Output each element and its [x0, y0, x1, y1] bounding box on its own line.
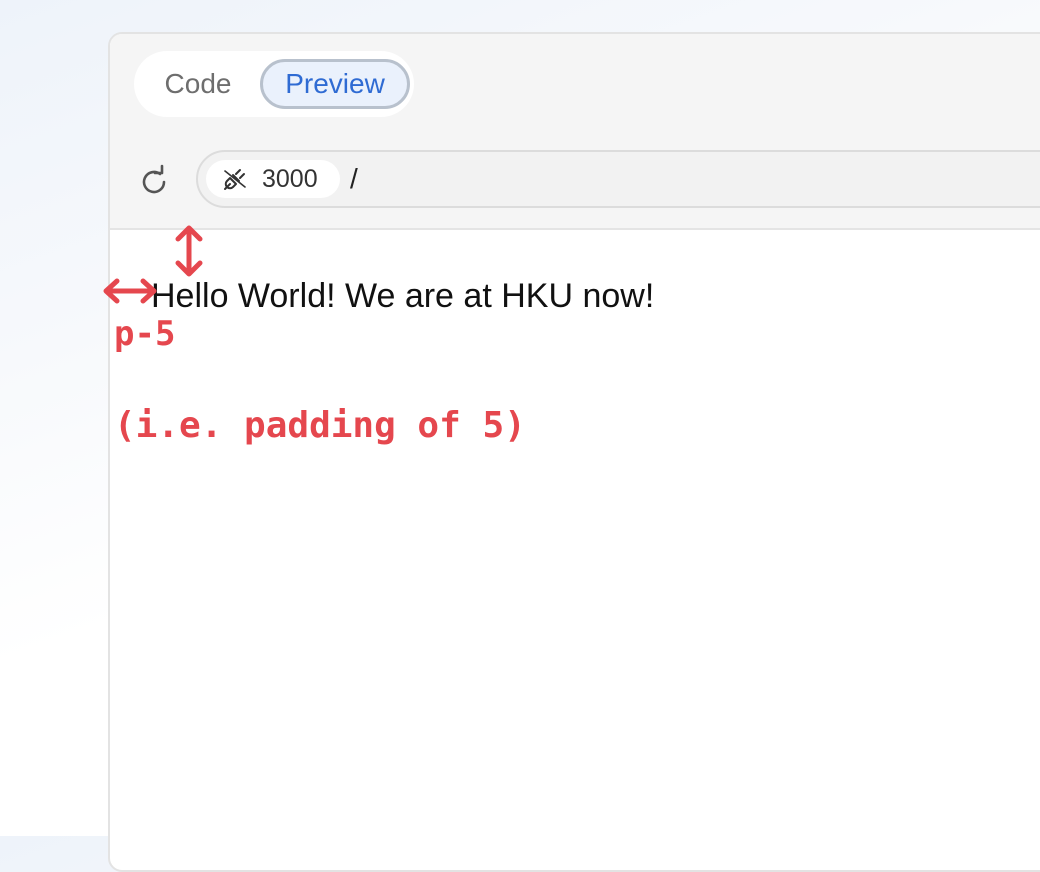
- annotation-class-label: p-5: [114, 314, 176, 354]
- address-bar: 3000 /: [110, 134, 1040, 230]
- annotation-description: (i.e. padding of 5): [114, 405, 526, 446]
- port-number: 3000: [262, 165, 318, 193]
- url-field[interactable]: 3000 /: [196, 150, 1040, 208]
- port-badge[interactable]: 3000: [206, 160, 340, 198]
- double-arrow-horizontal-icon: [103, 278, 157, 304]
- double-arrow-vertical-icon: [175, 225, 203, 277]
- tab-preview[interactable]: Preview: [260, 59, 410, 109]
- view-toggle: Code Preview: [134, 51, 414, 117]
- tab-bar: Code Preview: [110, 34, 1040, 136]
- tab-code[interactable]: Code: [138, 59, 258, 109]
- reload-icon[interactable]: [136, 164, 172, 200]
- preview-window: Code Preview 3000 /: [108, 32, 1040, 872]
- plug-icon: [222, 166, 248, 192]
- url-path: /: [350, 163, 358, 194]
- preview-text: Hello World! We are at HKU now!: [151, 277, 655, 315]
